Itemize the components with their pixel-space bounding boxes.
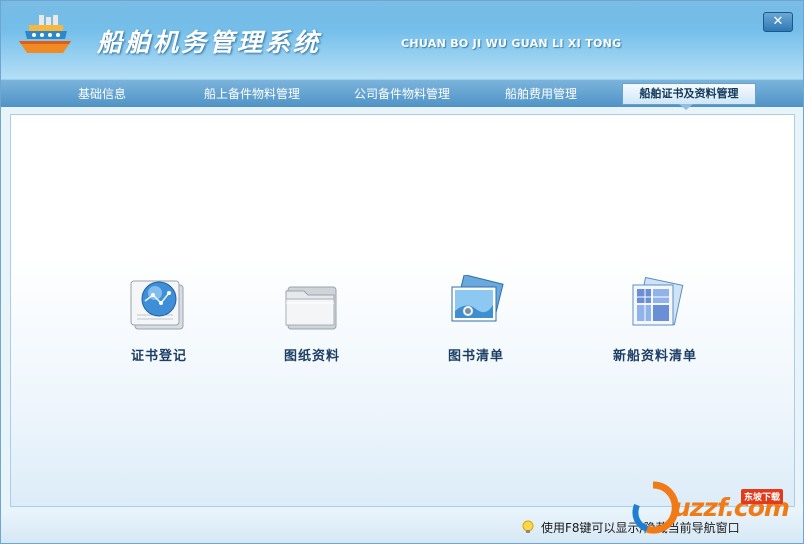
tab-company-spare-parts[interactable]: 公司备件物料管理 (337, 83, 467, 105)
new-ship-documents-button[interactable]: 新船资料清单 (585, 275, 725, 364)
book-list-button[interactable]: 图书清单 (406, 275, 546, 364)
folder-icon (285, 286, 337, 330)
tab-certificates-documents[interactable]: 船舶证书及资料管理 (622, 83, 756, 105)
tab-ship-expenses[interactable]: 船舶费用管理 (481, 83, 601, 105)
drawing-documents-button[interactable]: 图纸资料 (242, 275, 382, 364)
watermark-badge: 东坡下载 (741, 489, 784, 504)
ship-logo-icon (19, 15, 71, 53)
app-title: 船舶机务管理系统 (97, 28, 322, 57)
lightbulb-icon (522, 520, 534, 533)
main-panel: 证书登记 图纸资料 图书清单 新船资料清单 (10, 114, 795, 507)
certificate-registration-label: 证书登记 (130, 349, 187, 364)
title-bar: 船舶机务管理系统 CHUAN BO JI WU GUAN LI XI TONG … (1, 1, 803, 79)
picture-stack-icon (451, 275, 504, 322)
active-tab-indicator (679, 104, 693, 110)
grid-document-icon (632, 276, 684, 326)
book-list-label: 图书清单 (447, 349, 504, 364)
nav-tab-bar: 基础信息 船上备件物料管理 公司备件物料管理 船舶费用管理 船舶证书及资料管理 (1, 79, 803, 107)
drawing-documents-label: 图纸资料 (283, 349, 340, 364)
app-subtitle: CHUAN BO JI WU GUAN LI XI TONG (401, 37, 622, 50)
tab-ship-spare-parts[interactable]: 船上备件物料管理 (187, 83, 317, 105)
globe-document-icon (130, 280, 184, 330)
app-window: 船舶机务管理系统 CHUAN BO JI WU GUAN LI XI TONG … (0, 0, 804, 544)
certificate-registration-button[interactable]: 证书登记 (89, 275, 229, 364)
new-ship-documents-label: 新船资料清单 (612, 349, 697, 364)
tab-basic-info[interactable]: 基础信息 (47, 83, 157, 105)
close-button[interactable]: ✕ (763, 12, 793, 32)
watermark-logo: uzzf.com 东坡下载 (623, 479, 801, 539)
